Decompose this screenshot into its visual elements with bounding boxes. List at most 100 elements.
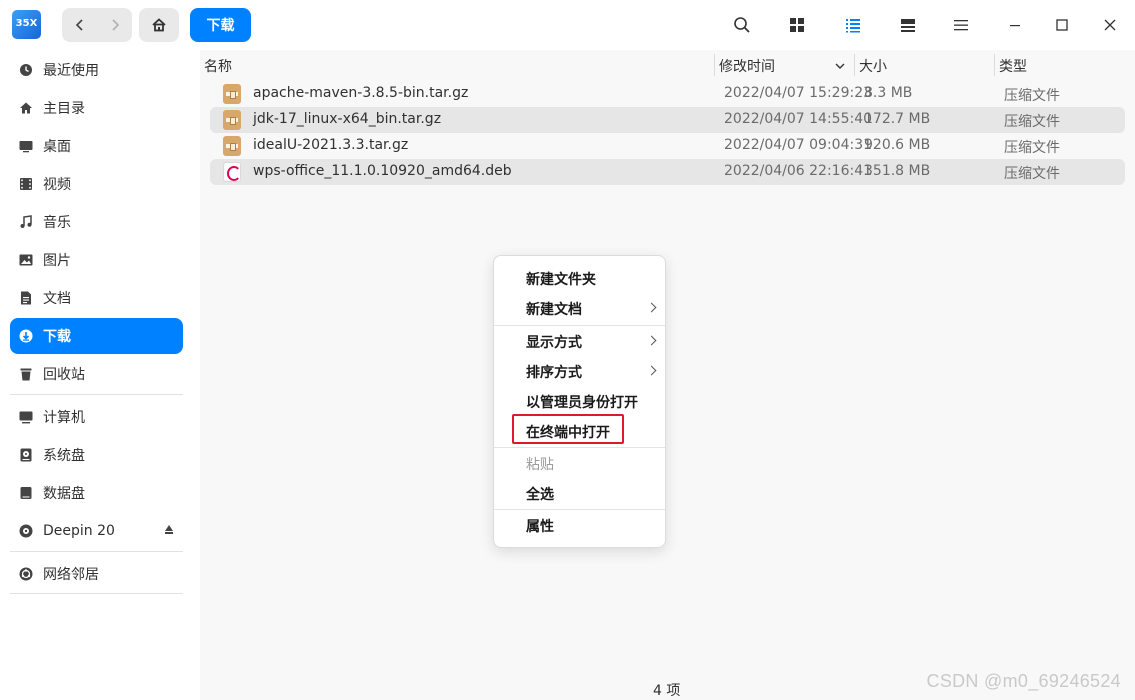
sidebar-item-label: 文档 <box>43 291 71 307</box>
list-view-icon <box>846 19 860 33</box>
sidebar-item-recent[interactable]: 最近使用 <box>10 52 183 88</box>
file-size: 8.3 MB <box>864 85 913 101</box>
file-row[interactable]: wps-office_11.1.0.10920_amd64.deb 2022/0… <box>210 159 1125 185</box>
sidebar-item-system-disk[interactable]: 系统盘 <box>10 437 183 473</box>
disk-icon <box>18 485 34 501</box>
menu-item-label: 新建文档 <box>526 302 582 318</box>
file-type: 压缩文件 <box>1004 166 1060 182</box>
column-divider[interactable] <box>994 54 995 76</box>
watermark: CSDN @m0_69246524 <box>926 671 1121 691</box>
forward-button[interactable] <box>97 8 132 42</box>
menu-item-sort-by[interactable]: 排序方式 <box>494 357 665 387</box>
sidebar-item-label: Deepin 20 <box>43 523 115 539</box>
file-size: 351.8 MB <box>864 163 931 179</box>
sidebar-item-desktop[interactable]: 桌面 <box>10 128 183 164</box>
sidebar-item-data-disk[interactable]: 数据盘 <box>10 475 183 511</box>
menu-item-open-as-admin[interactable]: 以管理员身份打开 <box>494 387 665 417</box>
close-icon <box>1104 19 1116 31</box>
menu-item-new-document[interactable]: 新建文档 <box>494 294 665 324</box>
sidebar-item-label: 系统盘 <box>43 448 85 464</box>
maximize-button[interactable] <box>1050 13 1074 37</box>
computer-icon <box>18 409 34 425</box>
back-button[interactable] <box>62 8 97 42</box>
home-icon <box>18 100 34 116</box>
column-header-type[interactable]: 类型 <box>999 52 1027 80</box>
search-icon <box>734 17 750 33</box>
sidebar-divider <box>10 593 183 594</box>
sidebar-item-trash[interactable]: 回收站 <box>10 356 183 392</box>
menu-item-display-mode[interactable]: 显示方式 <box>494 327 665 357</box>
detail-view-button[interactable] <box>896 13 920 37</box>
sidebar-item-label: 桌面 <box>43 139 71 155</box>
sidebar-item-label: 下载 <box>43 329 71 345</box>
annotation-highlight-box <box>512 414 624 444</box>
sidebar-item-documents[interactable]: 文档 <box>10 280 183 316</box>
sidebar-item-music[interactable]: 音乐 <box>10 204 183 240</box>
sidebar: 最近使用 主目录 桌面 视频 音乐 图片 文档 下载 回收站 计算机 系统盘 数… <box>0 50 200 700</box>
list-view-button[interactable] <box>841 13 865 37</box>
file-size: 172.7 MB <box>864 111 931 127</box>
file-row[interactable]: apache-maven-3.8.5-bin.tar.gz 2022/04/07… <box>210 81 1125 107</box>
sort-descending-icon[interactable] <box>834 60 846 72</box>
menu-divider <box>494 447 665 448</box>
file-name: wps-office_11.1.0.10920_amd64.deb <box>253 163 512 179</box>
back-arrow-icon <box>75 19 83 31</box>
sidebar-item-label: 计算机 <box>43 410 85 426</box>
file-modified: 2022/04/06 22:16:41 <box>724 163 873 179</box>
grid-view-icon <box>790 18 804 32</box>
sidebar-item-home[interactable]: 主目录 <box>10 90 183 126</box>
menu-item-new-folder[interactable]: 新建文件夹 <box>494 264 665 294</box>
file-type: 压缩文件 <box>1004 114 1060 130</box>
sidebar-item-network[interactable]: 网络邻居 <box>10 556 183 592</box>
sidebar-item-videos[interactable]: 视频 <box>10 166 183 202</box>
sidebar-item-label: 回收站 <box>43 367 85 383</box>
sidebar-item-label: 最近使用 <box>43 63 99 79</box>
menu-divider <box>494 509 665 510</box>
hamburger-menu-icon <box>954 20 968 31</box>
file-name: jdk-17_linux-x64_bin.tar.gz <box>253 111 442 127</box>
sidebar-item-label: 网络邻居 <box>43 567 99 583</box>
eject-icon[interactable] <box>165 525 173 534</box>
archive-icon <box>223 84 241 104</box>
file-name: idealU-2021.3.3.tar.gz <box>253 137 409 153</box>
column-divider[interactable] <box>854 54 855 76</box>
file-view[interactable]: 名称 修改时间 大小 类型 apache-maven-3.8.5-bin.tar… <box>200 50 1135 700</box>
sidebar-item-deepin-20[interactable]: Deepin 20 <box>10 513 183 549</box>
file-type: 压缩文件 <box>1004 88 1060 104</box>
breadcrumb-downloads[interactable]: 下载 <box>190 8 251 42</box>
main-menu-button[interactable] <box>949 13 973 37</box>
sidebar-divider <box>10 394 183 395</box>
file-row[interactable]: jdk-17_linux-x64_bin.tar.gz 2022/04/07 1… <box>210 107 1125 133</box>
sidebar-item-label: 主目录 <box>43 101 85 117</box>
menu-item-label: 显示方式 <box>526 335 582 351</box>
close-button[interactable] <box>1098 13 1122 37</box>
title-bar: 下载 <box>0 0 1135 50</box>
home-button[interactable] <box>139 8 179 42</box>
sidebar-item-downloads[interactable]: 下载 <box>10 318 183 354</box>
minimize-icon <box>1010 25 1020 27</box>
picture-icon <box>18 252 34 268</box>
search-button[interactable] <box>730 13 754 37</box>
file-row[interactable]: idealU-2021.3.3.tar.gz 2022/04/07 09:04:… <box>210 133 1125 159</box>
column-divider[interactable] <box>714 54 715 76</box>
file-size: 920.6 MB <box>864 137 931 153</box>
sidebar-item-computer[interactable]: 计算机 <box>10 399 183 435</box>
network-icon <box>18 566 34 582</box>
menu-item-paste[interactable]: 粘贴 <box>494 449 665 479</box>
icon-view-button[interactable] <box>785 13 809 37</box>
column-header-modified[interactable]: 修改时间 <box>719 52 775 80</box>
menu-item-properties[interactable]: 属性 <box>494 511 665 541</box>
optical-disc-icon <box>18 523 34 539</box>
sidebar-item-label: 图片 <box>43 253 71 269</box>
sidebar-divider <box>10 551 183 552</box>
document-icon <box>18 290 34 306</box>
menu-item-select-all[interactable]: 全选 <box>494 479 665 509</box>
music-icon <box>18 214 34 230</box>
column-header-size[interactable]: 大小 <box>859 52 887 80</box>
home-icon <box>152 18 166 32</box>
chevron-right-icon <box>646 335 657 346</box>
sidebar-item-pictures[interactable]: 图片 <box>10 242 183 278</box>
column-header-name[interactable]: 名称 <box>204 52 232 80</box>
maximize-icon <box>1056 19 1068 31</box>
minimize-button[interactable] <box>1003 13 1027 37</box>
